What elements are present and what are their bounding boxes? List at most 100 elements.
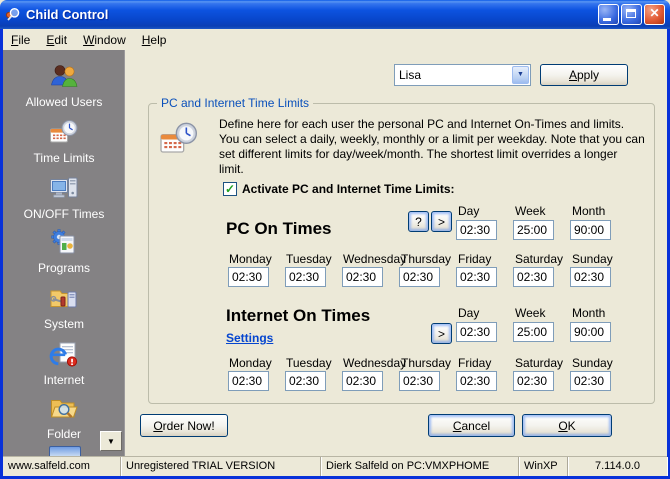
internet-wednesday-label: Wednesday [343,356,406,370]
menu-edit[interactable]: Edit [38,31,75,49]
pc-sunday-label: Sunday [572,252,613,266]
internet-friday-label: Friday [458,356,491,370]
sidebar-item-time-limits[interactable]: Time Limits [3,118,125,165]
calendar-clock-icon [159,120,199,160]
sidebar-item-label: Internet [3,373,125,387]
pc-friday-label: Friday [458,252,491,266]
gear-app-icon [49,228,79,258]
pc-friday-field[interactable] [456,267,497,287]
app-magnifier-icon [5,7,21,23]
internet-friday-field[interactable] [456,371,497,391]
sidebar-item-label: ON/OFF Times [3,207,125,221]
internet-day-label: Day [458,306,479,320]
sidebar-item-system[interactable]: System [3,284,125,331]
sidebar: Allowed Users Time Limits [3,50,125,456]
menu-window[interactable]: Window [75,31,134,49]
sidebar-item-allowed-users[interactable]: Allowed Users [3,62,125,109]
status-website: www.salfeld.com [3,457,121,476]
internet-month-label: Month [572,306,605,320]
pc-detail-button[interactable]: > [431,211,452,232]
sidebar-item-label: System [3,317,125,331]
ok-button[interactable]: OK [522,414,612,437]
sidebar-scroll-down-button[interactable]: ▼ [100,431,122,451]
menu-file[interactable]: File [3,31,38,49]
user-select-value: Lisa [395,68,512,82]
close-icon: ✕ [645,6,664,20]
internet-settings-link[interactable]: Settings [226,331,273,345]
order-now-button[interactable]: Order Now! [140,414,228,437]
close-button[interactable]: ✕ [644,4,665,25]
menu-help[interactable]: Help [134,31,175,49]
status-bar: www.salfeld.com Unregistered TRIAL VERSI… [3,456,667,476]
pc-on-times-heading: PC On Times [226,219,332,239]
status-license: Unregistered TRIAL VERSION [121,457,321,476]
sidebar-item-label: Programs [3,261,125,275]
computer-icon [49,174,79,204]
pc-wednesday-label: Wednesday [343,252,406,266]
minimize-icon [603,18,611,21]
users-icon [49,62,79,92]
internet-thursday-field[interactable] [399,371,440,391]
pc-wednesday-field[interactable] [342,267,383,287]
pc-tuesday-label: Tuesday [286,252,332,266]
pc-day-label: Day [458,204,479,218]
internet-wednesday-field[interactable] [342,371,383,391]
cancel-button[interactable]: Cancel [428,414,515,437]
sidebar-item-programs[interactable]: Programs [3,228,125,275]
sidebar-item-internet[interactable]: Internet [3,340,125,387]
status-user-pc: Dierk Salfeld on PC:VMXPHOME [321,457,519,476]
calendar-clock-icon [49,118,79,148]
internet-detail-button[interactable]: > [431,323,452,344]
internet-month-field[interactable] [570,322,611,342]
groupbox-title: PC and Internet Time Limits [157,96,313,110]
apply-button[interactable]: Apply [540,64,628,86]
status-os: WinXP [519,457,568,476]
child-control-window: Child Control ✕ File Edit Window Help Al… [0,0,670,479]
minimize-button[interactable] [598,4,619,25]
maximize-icon [626,9,636,18]
pc-week-label: Week [515,204,545,218]
pc-day-field[interactable] [456,220,497,240]
pc-month-field[interactable] [570,220,611,240]
chevron-down-icon[interactable]: ▼ [512,66,529,84]
internet-sunday-label: Sunday [572,356,613,370]
activate-checkbox[interactable]: ✓ [223,182,237,196]
internet-thursday-label: Thursday [401,356,451,370]
status-version: 7.114.0.0 [568,457,667,476]
scroll-down-icon: ▼ [107,437,115,446]
pc-tuesday-field[interactable] [285,267,326,287]
pc-saturday-field[interactable] [513,267,554,287]
internet-week-field[interactable] [513,322,554,342]
pc-sunday-field[interactable] [570,267,611,287]
pc-monday-label: Monday [229,252,272,266]
sidebar-item-onoff-times[interactable]: ON/OFF Times [3,174,125,221]
pc-monday-field[interactable] [228,267,269,287]
menu-bar: File Edit Window Help [3,29,667,50]
sidebar-item-label: Allowed Users [3,95,125,109]
pc-saturday-label: Saturday [515,252,563,266]
sidebar-item-label: Time Limits [3,151,125,165]
user-select[interactable]: Lisa ▼ [394,64,531,86]
internet-sunday-field[interactable] [570,371,611,391]
title-bar[interactable]: Child Control ✕ [0,0,670,29]
pc-thursday-field[interactable] [399,267,440,287]
window-title: Child Control [26,7,596,22]
activate-checkbox-label: Activate PC and Internet Time Limits: [242,182,455,196]
pc-thursday-label: Thursday [401,252,451,266]
internet-tuesday-field[interactable] [285,371,326,391]
pc-month-label: Month [572,204,605,218]
internet-monday-label: Monday [229,356,272,370]
pc-week-field[interactable] [513,220,554,240]
time-limits-groupbox: PC and Internet Time Limits Define here … [148,103,655,404]
internet-monday-field[interactable] [228,371,269,391]
internet-day-field[interactable] [456,322,497,342]
maximize-button[interactable] [621,4,642,25]
internet-page-icon [49,340,79,370]
pc-help-button[interactable]: ? [408,211,429,232]
internet-on-times-heading: Internet On Times [226,306,370,326]
internet-week-label: Week [515,306,545,320]
internet-tuesday-label: Tuesday [286,356,332,370]
checkbox-checked-icon: ✓ [224,183,236,195]
internet-saturday-field[interactable] [513,371,554,391]
description-text: Define here for each user the personal P… [219,117,645,177]
